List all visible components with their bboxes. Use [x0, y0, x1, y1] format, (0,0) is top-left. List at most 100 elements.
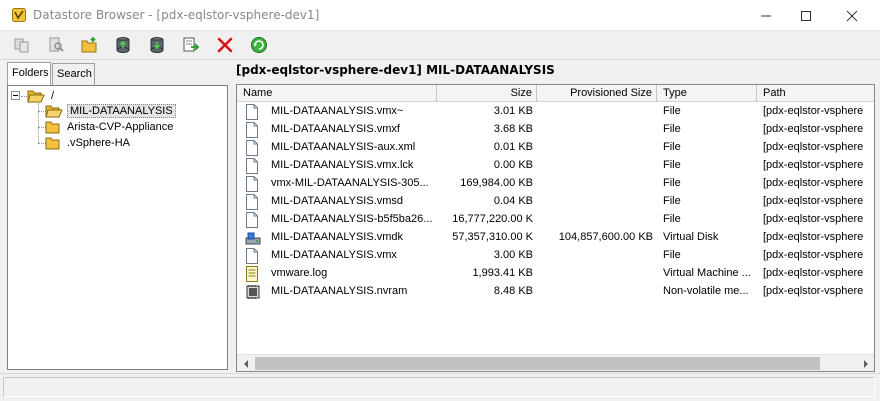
cell-path: [pdx-eqlstor-vsphere	[763, 249, 864, 261]
cell-name: MIL-DATAANALYSIS.nvram	[271, 285, 408, 297]
scrollbar-thumb[interactable]	[255, 357, 820, 370]
upload-button[interactable]	[111, 34, 135, 56]
tree-connector	[38, 103, 39, 143]
cell-type: Non-volatile me...	[663, 285, 749, 297]
tree-item-label: Arista-CVP-Appliance	[67, 121, 174, 133]
tree-item-vsphere-ha[interactable]: .vSphere-HA	[45, 135, 132, 151]
new-folder-button[interactable]	[78, 34, 102, 56]
column-header-name[interactable]: Name	[237, 85, 437, 102]
tab-folders[interactable]: Folders	[7, 62, 51, 85]
column-headers: Name Size Provisioned Size Type Path	[237, 85, 874, 102]
cell-path: [pdx-eqlstor-vsphere	[763, 213, 864, 225]
current-path: [pdx-eqlstor-vsphere-dev1] MIL-DATAANALY…	[236, 63, 555, 77]
cell-type: File	[663, 195, 681, 207]
delete-icon	[217, 37, 233, 53]
table-row[interactable]: MIL-DATAANALYSIS.vmx 3.00 KB File [pdx-eqls…	[237, 247, 874, 265]
cell-name: MIL-DATAANALYSIS-b5f5ba26...	[271, 213, 433, 225]
table-row[interactable]: MIL-DATAANALYSIS.vmx~ 3.01 KB File [pdx-eql…	[237, 103, 874, 121]
search-datastore-button[interactable]	[44, 34, 68, 56]
file-icon	[245, 122, 259, 138]
cell-name: MIL-DATAANALYSIS-aux.xml	[271, 141, 416, 153]
copy-icon	[14, 38, 29, 53]
virtual-disk-icon	[245, 230, 261, 246]
cell-size: 3.01 KB	[493, 105, 533, 117]
table-row[interactable]: vmware.log 1,993.41 KB Virtual Machine ...…	[237, 265, 874, 283]
cell-type: Virtual Disk	[663, 231, 719, 243]
copy-button[interactable]	[10, 34, 34, 56]
cell-path: [pdx-eqlstor-vsphere	[763, 123, 864, 135]
cell-size: 3.68 KB	[493, 123, 533, 135]
table-row[interactable]: MIL-DATAANALYSIS.vmsd 0.04 KB File [pdx-eql…	[237, 193, 874, 211]
cell-name: MIL-DATAANALYSIS.vmdk	[271, 231, 404, 243]
close-button[interactable]	[829, 0, 875, 31]
refresh-icon	[251, 37, 267, 53]
table-row[interactable]: MIL-DATAANALYSIS.nvram 8.48 KB Non-volatil…	[237, 283, 874, 301]
cell-size: 1,993.41 KB	[472, 267, 533, 279]
scroll-left-button[interactable]	[237, 355, 254, 371]
cell-path: [pdx-eqlstor-vsphere	[763, 159, 864, 171]
upload-icon	[116, 37, 130, 53]
cell-name: MIL-DATAANALYSIS.vmsd	[271, 195, 404, 207]
cell-name: vmware.log	[271, 267, 328, 279]
file-icon	[245, 104, 259, 120]
cell-size: 3.00 KB	[493, 249, 533, 261]
table-row[interactable]: MIL-DATAANALYSIS.vmx.lck 0.00 KB File [pdx-…	[237, 157, 874, 175]
tab-search[interactable]: Search	[52, 63, 95, 85]
table-row[interactable]: MIL-DATAANALYSIS-b5f5ba26... 16,777,220.0…	[237, 211, 874, 229]
status-bar	[0, 373, 880, 401]
cell-type: File	[663, 249, 681, 261]
file-icon	[245, 212, 259, 228]
cell-type: Virtual Machine ...	[663, 267, 751, 279]
cell-size: 0.01 KB	[493, 141, 533, 153]
cell-path: [pdx-eqlstor-vsphere	[763, 141, 864, 153]
column-header-path[interactable]: Path	[757, 85, 874, 102]
file-list[interactable]: Name Size Provisioned Size Type Path MIL…	[236, 84, 875, 372]
cell-type: File	[663, 141, 681, 153]
refresh-button[interactable]	[247, 34, 271, 56]
maximize-icon	[801, 10, 811, 21]
panel-splitter[interactable]	[228, 60, 234, 373]
cell-size: 57,357,310.00 K	[452, 231, 533, 243]
register-vm-button[interactable]	[179, 34, 203, 56]
file-icon	[245, 176, 259, 192]
table-row[interactable]: MIL-DATAANALYSIS.vmxf 3.68 KB File [pdx-eql…	[237, 121, 874, 139]
tree-item-root[interactable]: /	[27, 88, 56, 104]
nvram-icon	[245, 284, 260, 300]
download-button[interactable]	[145, 34, 169, 56]
cell-path: [pdx-eqlstor-vsphere	[763, 195, 864, 207]
tree-collapse-toggle[interactable]	[11, 91, 20, 100]
table-row[interactable]: MIL-DATAANALYSIS-aux.xml 0.01 KB File [pdx-…	[237, 139, 874, 157]
status-text	[3, 377, 875, 397]
horizontal-scrollbar[interactable]	[237, 354, 874, 371]
file-icon	[245, 140, 259, 156]
log-file-icon	[245, 266, 259, 282]
cell-type: File	[663, 177, 681, 189]
close-icon	[846, 10, 858, 21]
maximize-button[interactable]	[783, 0, 829, 31]
delete-button[interactable]	[213, 34, 237, 56]
scroll-right-button[interactable]	[857, 355, 874, 371]
folder-open-icon	[45, 105, 63, 118]
table-row[interactable]: vmx-MIL-DATAANALYSIS-305... 169,984.00 KB…	[237, 175, 874, 193]
cell-name: MIL-DATAANALYSIS.vmx~	[271, 105, 404, 117]
tree-item-mil-dataanalysis[interactable]: MIL-DATAANALYSIS	[45, 103, 176, 119]
column-header-provisioned-size[interactable]: Provisioned Size	[537, 85, 657, 102]
column-header-size[interactable]: Size	[437, 85, 537, 102]
search-datastore-icon	[49, 37, 64, 52]
new-folder-icon	[81, 37, 97, 53]
column-header-type[interactable]: Type	[657, 85, 757, 102]
cell-path: [pdx-eqlstor-vsphere	[763, 231, 864, 243]
tree-item-arista-cvp-appliance[interactable]: Arista-CVP-Appliance	[45, 119, 175, 135]
folder-icon	[45, 137, 60, 150]
arrow-right-icon	[863, 359, 868, 368]
register-vm-icon	[183, 37, 200, 52]
cell-size: 8.48 KB	[493, 285, 533, 297]
table-row[interactable]: MIL-DATAANALYSIS.vmdk 57,357,310.00 K 104,…	[237, 229, 874, 247]
cell-path: [pdx-eqlstor-vsphere	[763, 105, 864, 117]
folder-icon	[45, 121, 60, 134]
cell-size: 169,984.00 KB	[460, 177, 533, 189]
file-icon	[245, 158, 259, 174]
title-bar[interactable]: Datastore Browser - [pdx-eqlstor-vsphere…	[0, 0, 880, 31]
cell-path: [pdx-eqlstor-vsphere	[763, 177, 864, 189]
cell-type: File	[663, 123, 681, 135]
